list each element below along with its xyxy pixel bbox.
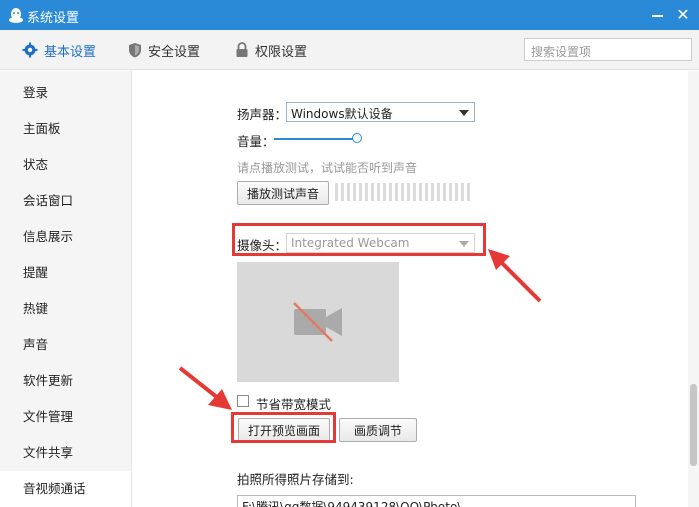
sidebar-item-login[interactable]: 登录	[0, 75, 131, 111]
tab-basic-settings[interactable]: 基本设置	[22, 30, 96, 70]
title-bar: 系统设置 ✕	[0, 0, 699, 30]
window-title: 系统设置	[27, 11, 80, 26]
sidebar-item-hotkeys[interactable]: 热键	[0, 291, 131, 327]
annotation-arrow-preview	[178, 366, 232, 410]
sidebar-item-info-display[interactable]: 信息展示	[0, 219, 131, 255]
sidebar-item-status[interactable]: 状态	[0, 147, 131, 183]
speaker-select-value: Windows默认设备	[291, 107, 393, 121]
tab-label: 权限设置	[255, 44, 308, 60]
close-icon[interactable]: ✕	[675, 7, 691, 23]
quality-adjust-button[interactable]: 画质调节	[339, 418, 417, 442]
qq-penguin-icon	[9, 8, 23, 23]
photo-save-label: 拍照所得照片存储到:	[237, 472, 354, 487]
chevron-down-icon	[459, 110, 469, 116]
shield-icon	[129, 43, 141, 58]
tab-label: 基本设置	[44, 44, 97, 60]
annotation-arrow-camera	[488, 249, 542, 303]
play-test-sound-button[interactable]: 播放测试声音	[237, 181, 329, 205]
tab-security-settings[interactable]: 安全设置	[128, 30, 200, 70]
volume-level-meter	[335, 183, 475, 201]
highlight-box-preview-button	[231, 412, 336, 443]
bandwidth-saver-checkbox[interactable]	[237, 395, 249, 407]
sidebar-item-chat-window[interactable]: 会话窗口	[0, 183, 131, 219]
scrollbar-thumb[interactable]	[690, 384, 697, 466]
camera-preview	[237, 262, 399, 382]
volume-slider-track[interactable]	[274, 138, 356, 140]
test-hint: 请点播放测试，试试能否听到声音	[237, 161, 418, 175]
speaker-label: 扬声器：	[237, 107, 288, 122]
lock-icon	[236, 42, 248, 57]
volume-slider-handle[interactable]	[352, 133, 362, 143]
sidebar-item-main-panel[interactable]: 主面板	[0, 111, 131, 147]
photo-save-path-input[interactable]: F:\腾讯\qq数据\949439128\QQ\Photo\	[237, 495, 636, 507]
highlight-box-camera	[232, 223, 486, 256]
tab-permission-settings[interactable]: 权限设置	[235, 30, 307, 70]
speaker-select[interactable]: Windows默认设备	[286, 102, 475, 122]
tab-label: 安全设置	[148, 44, 201, 60]
sidebar-item-reminders[interactable]: 提醒	[0, 255, 131, 291]
tab-bar: 基本设置 安全设置 权限设置 搜索设置项	[0, 30, 699, 70]
gear-icon	[22, 42, 38, 58]
minimize-icon[interactable]	[652, 15, 663, 17]
sidebar-item-file-management[interactable]: 文件管理	[0, 399, 131, 435]
volume-label: 音量：	[237, 134, 275, 149]
bandwidth-saver-label: 节省带宽模式	[256, 397, 332, 412]
sidebar-item-software-update[interactable]: 软件更新	[0, 363, 131, 399]
search-input[interactable]: 搜索设置项	[524, 38, 692, 61]
sidebar-item-sound[interactable]: 声音	[0, 327, 131, 363]
sidebar-item-file-sharing[interactable]: 文件共享	[0, 435, 131, 471]
sidebar: 登录 主面板 状态 会话窗口 信息展示 提醒 热键 声音 软件更新 文件管理 文…	[0, 71, 132, 507]
camera-off-icon	[293, 302, 342, 342]
sidebar-item-av-call[interactable]: 音视频通话	[0, 471, 131, 507]
